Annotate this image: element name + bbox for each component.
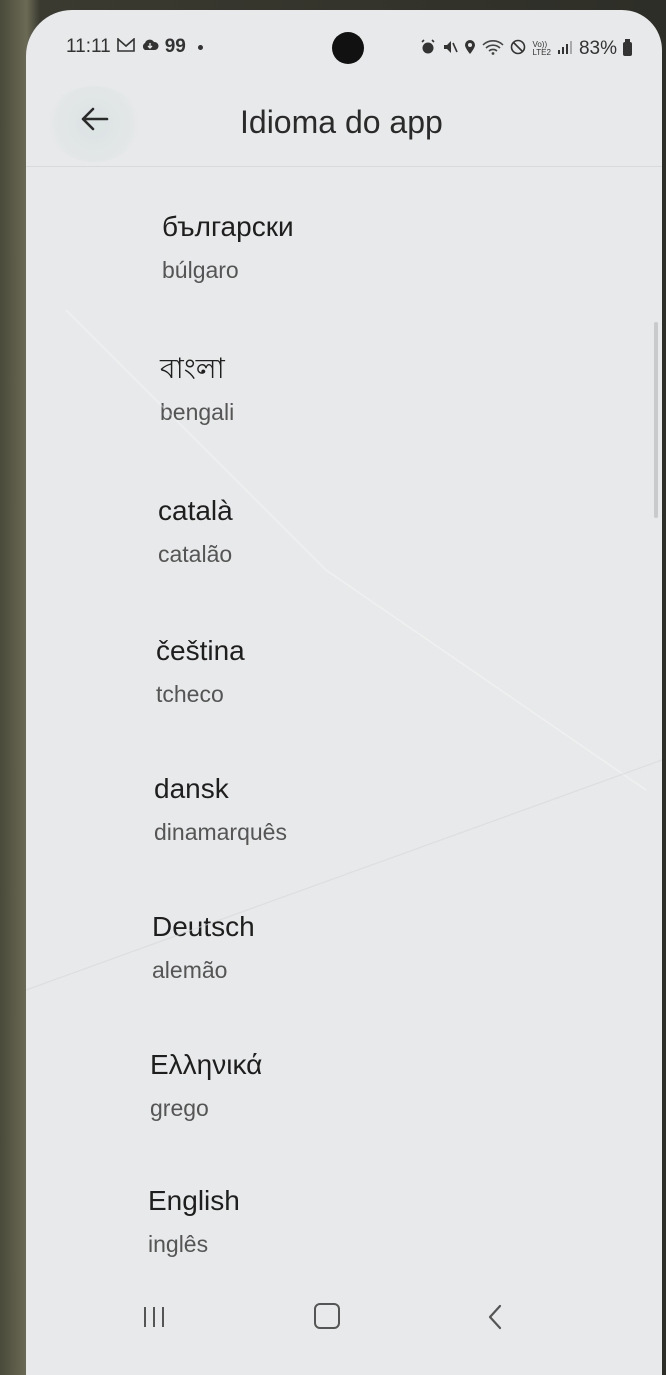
camera-hole — [332, 32, 364, 64]
back-icon[interactable] — [486, 1303, 504, 1336]
mute-icon — [442, 39, 459, 60]
arrow-back-icon — [81, 107, 109, 131]
scrollbar[interactable] — [654, 322, 658, 518]
language-native-name: čeština — [156, 635, 245, 666]
gmail-icon — [116, 37, 135, 57]
list-item[interactable]: Ελληνικά grego — [150, 1047, 662, 1167]
battery-icon — [623, 39, 632, 56]
language-native-name: বাংলা — [160, 353, 225, 384]
alarm-icon — [420, 38, 436, 60]
navigation-bar — [26, 1285, 662, 1375]
dot-icon — [197, 44, 203, 50]
list-item[interactable]: বাংলা bengali — [160, 351, 662, 471]
battery-percent: 83% — [578, 38, 617, 59]
wifi-icon — [482, 39, 505, 60]
list-item[interactable]: Deutsch alemão — [152, 909, 662, 1029]
notification-count: 99 — [164, 36, 186, 57]
signal-icon — [557, 39, 573, 59]
status-bar: 11:11 99 Vo)) LTE2 83% — [26, 10, 662, 82]
home-icon[interactable] — [314, 1303, 340, 1329]
language-translated-name: tcheco — [156, 681, 224, 707]
language-translated-name: bengali — [160, 399, 235, 425]
location-icon — [464, 39, 476, 60]
status-right: Vo)) LTE2 83% — [420, 38, 632, 60]
list-item[interactable]: български búlgaro — [162, 209, 662, 329]
screen: 11:11 99 Vo)) LTE2 83% Idioma do app бъл… — [26, 10, 662, 1375]
phone-frame: 11:11 99 Vo)) LTE2 83% Idioma do app бъл… — [0, 0, 666, 1375]
network-label: Vo)) LTE2 — [532, 40, 551, 57]
app-bar: Idioma do app — [26, 82, 662, 167]
do-not-disturb-icon — [510, 39, 526, 60]
status-left: 11:11 99 — [66, 36, 203, 58]
language-native-name: Deutsch — [152, 911, 255, 942]
language-native-name: Ελληνικά — [150, 1049, 263, 1080]
language-translated-name: búlgaro — [162, 257, 239, 283]
language-native-name: English — [148, 1185, 240, 1216]
language-translated-name: grego — [150, 1095, 209, 1121]
language-native-name: dansk — [154, 773, 229, 804]
language-translated-name: alemão — [152, 957, 228, 983]
cloud-icon — [141, 37, 159, 57]
list-item[interactable]: čeština tcheco — [156, 633, 662, 753]
language-translated-name: inglês — [148, 1231, 209, 1257]
language-translated-name: catalão — [158, 541, 233, 567]
recent-apps-icon[interactable] — [144, 1307, 164, 1327]
back-button[interactable] — [46, 86, 142, 162]
page-title: Idioma do app — [240, 104, 443, 140]
list-item[interactable]: català catalão — [158, 493, 662, 613]
list-item[interactable]: dansk dinamarquês — [154, 771, 662, 891]
status-time: 11:11 — [66, 36, 111, 57]
language-native-name: български — [162, 211, 294, 242]
language-native-name: català — [158, 495, 233, 526]
language-translated-name: dinamarquês — [154, 819, 287, 845]
